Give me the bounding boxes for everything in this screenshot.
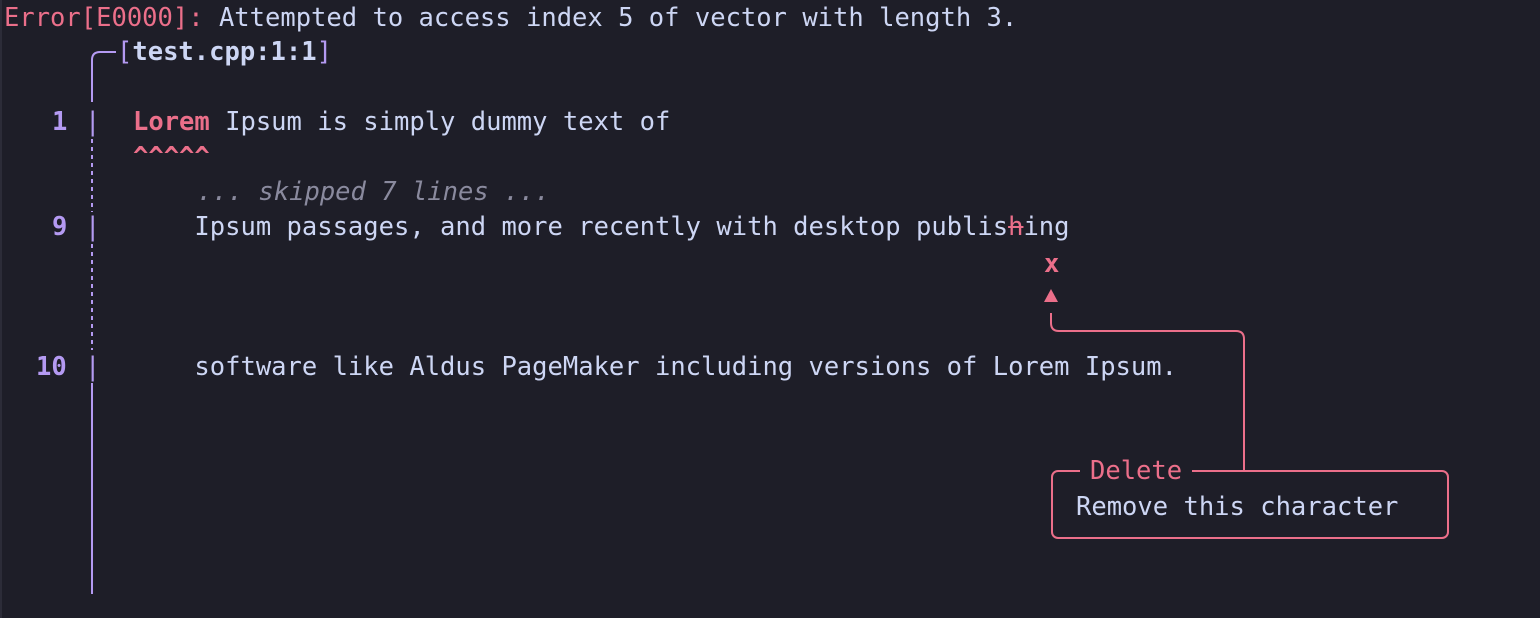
- suggestion-connector: [1050, 313, 1245, 470]
- source-line-9: Ipsum passages, and more recently with d…: [133, 212, 1070, 242]
- source-line-1: Lorem Ipsum is simply dummy text of: [133, 107, 671, 137]
- error-carets: ^^^^^: [133, 142, 210, 172]
- location-corner: [91, 51, 116, 102]
- location-open-bracket: [: [117, 37, 133, 67]
- source-line-9-before: Ipsum passages, and more recently with d…: [133, 212, 1009, 242]
- skipped-lines-note: ... skipped 7 lines ...: [197, 177, 551, 207]
- gutter-bar-10: |: [85, 352, 101, 382]
- location-header: [test.cpp:1:1]: [117, 37, 332, 67]
- gutter-bar-9: |: [85, 212, 101, 242]
- source-line-1-rest: Ipsum is simply dummy text of: [209, 107, 671, 137]
- deleted-character: h: [1008, 212, 1024, 242]
- suggestion-description: Remove this character: [1076, 492, 1399, 522]
- suggestion-title: Delete: [1080, 458, 1193, 485]
- gutter-bar-1: |: [85, 107, 101, 137]
- delete-mark-icon: x: [1044, 249, 1060, 279]
- arrow-up-icon: [1044, 289, 1058, 302]
- source-line-9-after: ing: [1023, 212, 1070, 242]
- source-line-10: software like Aldus PageMaker including …: [133, 352, 1177, 382]
- highlighted-token: Lorem: [133, 107, 210, 137]
- line-number-9: 9: [52, 212, 68, 242]
- line-number-10: 10: [36, 352, 67, 382]
- line-number-1: 1: [52, 107, 68, 137]
- file-location-link[interactable]: test.cpp:1:1: [132, 37, 316, 67]
- location-close-bracket: ]: [316, 37, 332, 67]
